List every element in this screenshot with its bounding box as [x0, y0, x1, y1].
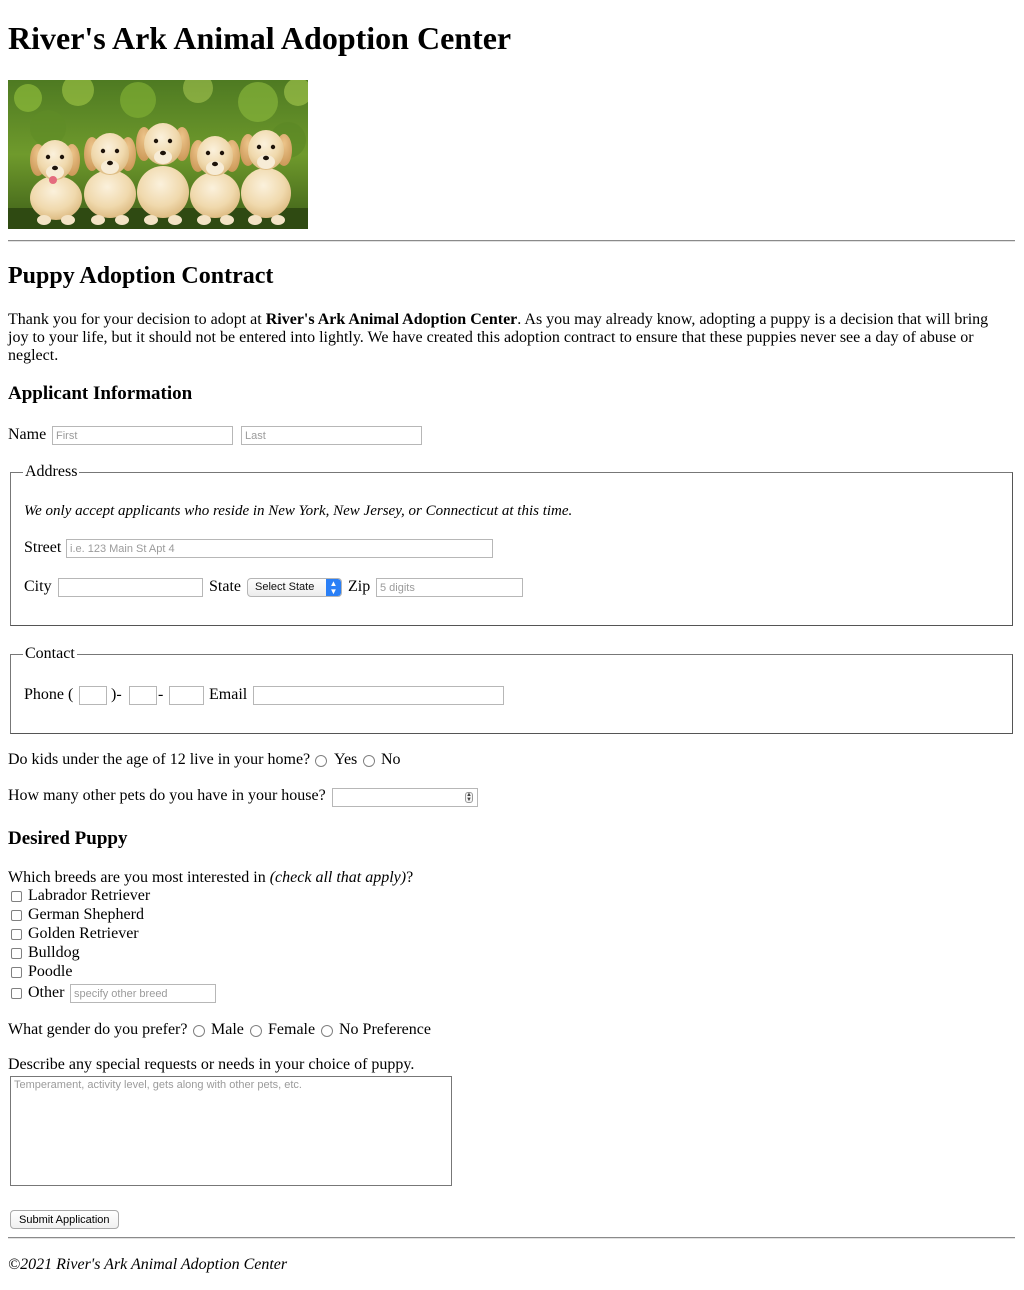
gender-question: What gender do you prefer?	[8, 1021, 188, 1038]
breed-poodle-checkbox[interactable]	[11, 967, 22, 978]
gender-no-preference-radio[interactable]	[321, 1025, 333, 1037]
phone-line-input[interactable]	[169, 686, 204, 705]
kids-no-label: No	[381, 751, 401, 768]
email-input[interactable]	[253, 686, 504, 705]
zip-label: Zip	[348, 578, 371, 595]
puppies-hero-image	[8, 80, 308, 229]
breed-bulldog-checkbox[interactable]	[11, 948, 22, 959]
address-legend: Address	[25, 463, 78, 480]
breeds-question-hint: (check all that apply)	[269, 869, 407, 886]
bottom-divider	[8, 1237, 1015, 1239]
contract-title: Puppy Adoption Contract	[8, 263, 274, 289]
state-select[interactable]: Select State ▲ ▼	[247, 578, 342, 597]
applicant-heading: Applicant Information	[8, 383, 193, 404]
kids-no-radio[interactable]	[363, 755, 375, 767]
intro-text-start: Thank you for your decision to adopt at	[8, 311, 266, 328]
breed-german-shepherd-checkbox[interactable]	[11, 910, 22, 921]
breed-other-label: Other	[28, 984, 65, 1001]
pets-question: How many other pets do you have in your …	[8, 787, 326, 804]
breeds-question: Which breeds are you most interested in …	[8, 869, 413, 887]
breed-poodle-label: Poodle	[28, 963, 73, 980]
kids-yes-label: Yes	[334, 751, 358, 768]
gender-female-radio[interactable]	[250, 1025, 262, 1037]
contact-legend: Contact	[25, 645, 75, 662]
gender-male-label: Male	[211, 1021, 244, 1038]
kids-yes-radio[interactable]	[315, 755, 327, 767]
breed-labrador-checkbox[interactable]	[11, 891, 22, 902]
city-label: City	[24, 578, 52, 595]
phone-area-code-input[interactable]	[79, 686, 107, 705]
puppies-illustration	[8, 80, 308, 229]
other-breed-input[interactable]	[70, 984, 216, 1003]
intro-paragraph: Thank you for your decision to adopt at …	[8, 311, 1008, 365]
footer-copyright: ©2021 River's Ark Animal Adoption Center	[8, 1256, 288, 1273]
top-divider	[8, 240, 1015, 242]
email-label: Email	[209, 686, 248, 703]
breed-bulldog-label: Bulldog	[28, 944, 80, 961]
pets-count-stepper[interactable]: ▲ ▼	[332, 788, 478, 807]
street-input[interactable]	[66, 539, 493, 558]
breed-labrador-label: Labrador Retriever	[28, 887, 151, 904]
city-input[interactable]	[58, 578, 203, 597]
zip-input[interactable]	[376, 578, 523, 597]
state-label: State	[209, 578, 241, 595]
desired-puppy-heading: Desired Puppy	[8, 828, 128, 849]
breed-other-checkbox[interactable]	[11, 988, 22, 999]
breeds-question-end: ?	[406, 869, 414, 886]
address-note: We only accept applicants who reside in …	[24, 503, 573, 519]
breed-golden-retriever-label: Golden Retriever	[28, 925, 139, 942]
phone-separator-1: )-	[111, 686, 122, 703]
street-label: Street	[24, 539, 62, 556]
breed-german-shepherd-label: German Shepherd	[28, 906, 144, 923]
intro-center-name: River's Ark Animal Adoption Center	[265, 311, 518, 328]
stepper-arrows-icon[interactable]: ▲ ▼	[465, 792, 473, 803]
last-name-input[interactable]	[241, 426, 422, 445]
gender-female-label: Female	[268, 1021, 316, 1038]
state-selected-value: Select State	[255, 581, 315, 593]
first-name-input[interactable]	[52, 426, 233, 445]
breed-golden-retriever-checkbox[interactable]	[11, 929, 22, 940]
gender-male-radio[interactable]	[193, 1025, 205, 1037]
site-title: River's Ark Animal Adoption Center	[8, 20, 512, 56]
phone-separator-2: -	[158, 686, 164, 703]
submit-application-button[interactable]: Submit Application	[10, 1210, 119, 1229]
special-requests-textarea[interactable]	[10, 1076, 452, 1186]
chevron-up-down-icon: ▲ ▼	[326, 579, 341, 596]
breeds-question-start: Which breeds are you most interested in	[8, 869, 270, 886]
kids-question: Do kids under the age of 12 live in your…	[8, 751, 311, 768]
phone-label: Phone (	[24, 686, 74, 703]
name-label: Name	[8, 426, 47, 443]
requests-question: Describe any special requests or needs i…	[8, 1056, 415, 1073]
gender-no-preference-label: No Preference	[339, 1021, 431, 1038]
phone-prefix-input[interactable]	[129, 686, 157, 705]
